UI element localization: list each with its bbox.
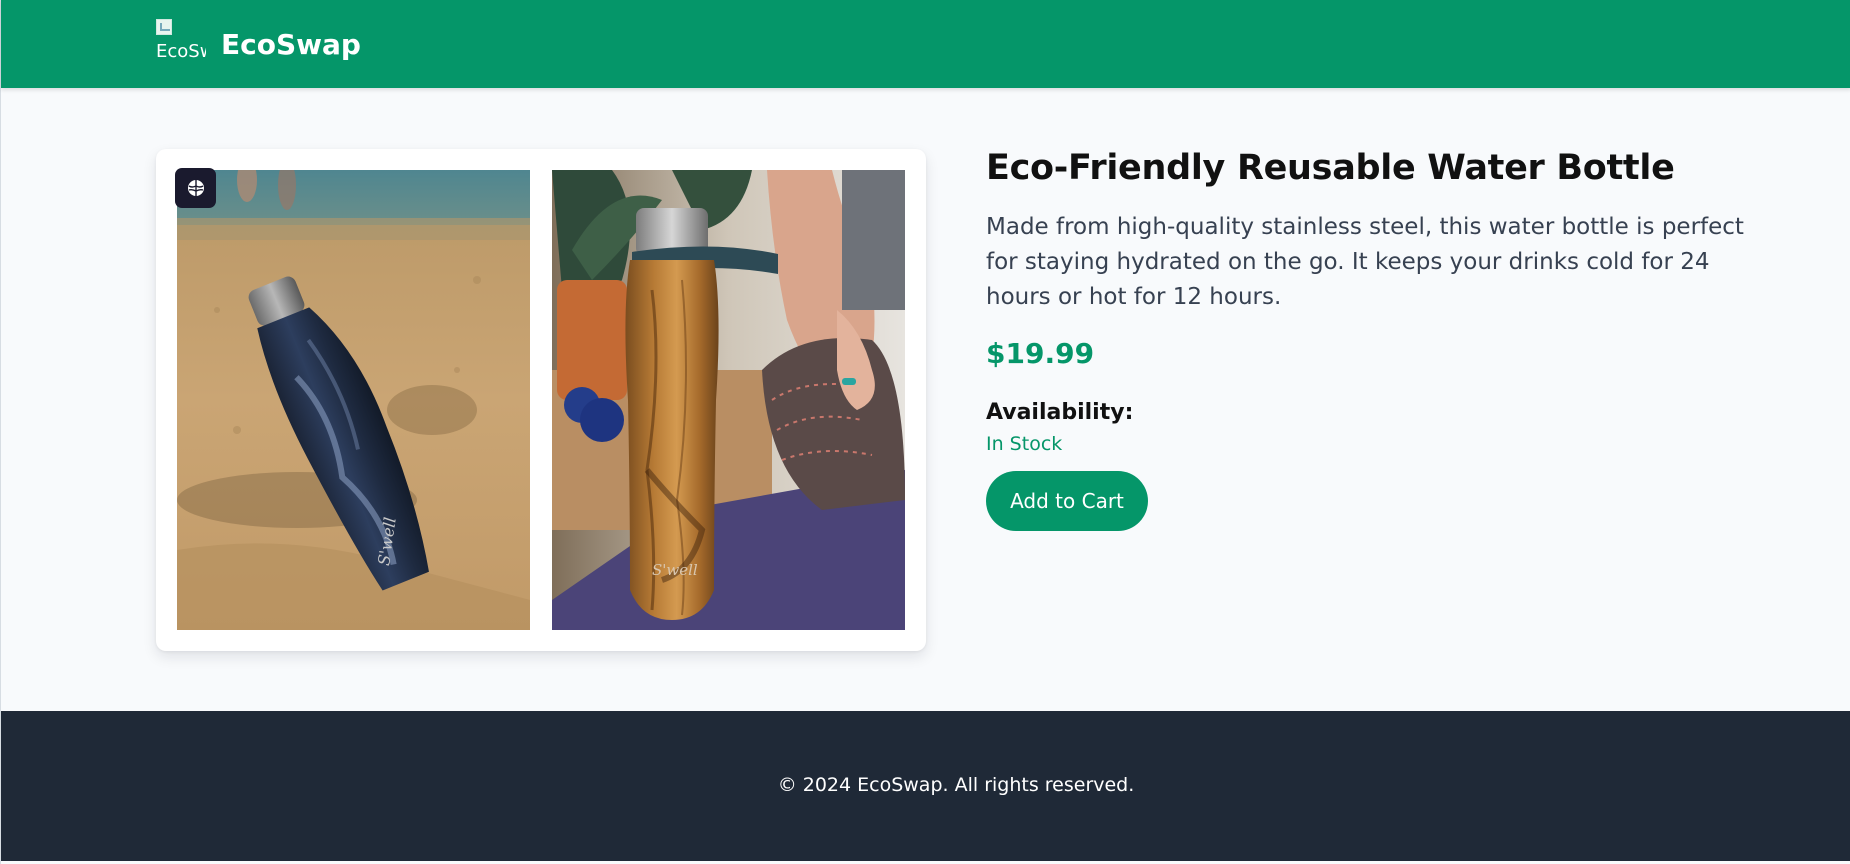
brand-name[interactable]: EcoSwap [221,28,361,61]
product-gallery: S'well S'well [156,149,926,651]
site-footer: © 2024 EcoSwap. All rights reserved. [1,711,1850,861]
product-photo-yoga[interactable]: S'well [552,170,905,630]
broken-image-icon [156,19,172,35]
availability-label: Availability: [986,400,1134,425]
wood-grain-water-bottle-photo: S'well [552,170,905,630]
svg-text:S'well: S'well [652,561,698,579]
brain-icon-glyph [187,180,204,196]
add-to-cart-button[interactable]: Add to Cart [986,471,1148,531]
product-price: $19.99 [986,337,1095,370]
availability-status: In Stock [986,433,1063,455]
product-description: Made from high-quality stainless steel, … [986,214,1744,310]
product-photo-sand[interactable]: S'well [177,170,530,630]
site-header: EcoSwap EcoSwap [1,0,1850,88]
product-details: Eco-Friendly Reusable Water Bottle Made … [986,148,1766,531]
product-title: Eco-Friendly Reusable Water Bottle [986,148,1675,188]
page: EcoSwap EcoSwap [0,0,1850,864]
water-bottle-on-sand-photo: S'well [177,170,530,630]
product-main: S'well S'well Eco-Friendly Reusable Wate… [1,88,1850,711]
brain-icon[interactable] [175,168,216,208]
logo-alt-text: EcoSwap [156,41,206,62]
logo-image[interactable]: EcoSwap [156,19,206,65]
copyright-text: © 2024 EcoSwap. All rights reserved. [777,774,1135,796]
